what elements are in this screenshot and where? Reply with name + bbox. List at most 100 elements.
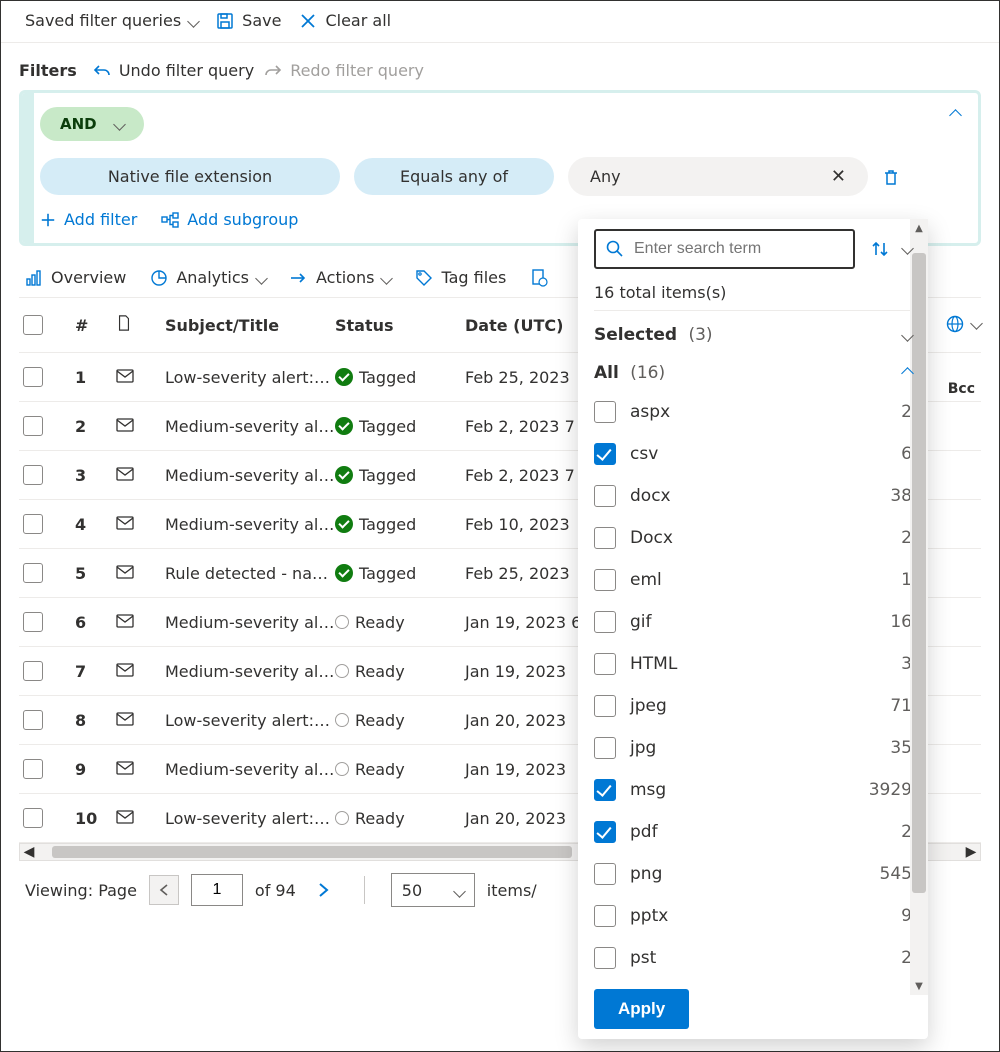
filter-option[interactable]: eml1 xyxy=(594,559,912,601)
page-next-button[interactable] xyxy=(308,875,338,905)
option-checkbox[interactable] xyxy=(594,821,616,843)
row-number: 1 xyxy=(75,368,115,387)
collapse-icon[interactable] xyxy=(951,107,960,124)
filter-option[interactable]: png545 xyxy=(594,853,912,895)
option-checkbox[interactable] xyxy=(594,695,616,717)
label: Clear all xyxy=(325,11,391,30)
option-label: csv xyxy=(630,444,658,464)
apply-button[interactable]: Apply xyxy=(594,989,689,1029)
saved-queries-dropdown[interactable]: Saved filter queries xyxy=(25,11,198,30)
filter-option[interactable]: msg3929 xyxy=(594,769,912,811)
row-checkbox[interactable] xyxy=(23,808,43,828)
selected-group-header[interactable]: Selected (3) xyxy=(594,311,912,349)
filter-option[interactable]: gif16 xyxy=(594,601,912,643)
row-subject: Low-severity alert: … xyxy=(165,711,335,730)
label: Native file extension xyxy=(108,167,272,186)
filter-option[interactable]: docx38 xyxy=(594,475,912,517)
filter-option[interactable]: jpeg71 xyxy=(594,685,912,727)
doc-settings-button[interactable] xyxy=(530,269,548,287)
search-input[interactable] xyxy=(632,239,843,259)
filter-option[interactable]: pdf2 xyxy=(594,811,912,853)
row-status: Tagged xyxy=(335,515,465,534)
option-checkbox[interactable] xyxy=(594,443,616,465)
filter-value-pill[interactable]: Any ✕ xyxy=(568,157,868,196)
filter-option[interactable]: aspx2 xyxy=(594,391,912,433)
option-count: 71 xyxy=(890,696,912,716)
label: Overview xyxy=(51,268,126,287)
status-tagged-icon xyxy=(335,417,353,435)
row-checkbox[interactable] xyxy=(23,563,43,583)
row-checkbox[interactable] xyxy=(23,367,43,387)
row-checkbox[interactable] xyxy=(23,759,43,779)
chevron-down-icon xyxy=(382,268,391,287)
status-tagged-icon xyxy=(335,564,353,582)
filter-option[interactable]: pptx9 xyxy=(594,895,912,937)
option-checkbox[interactable] xyxy=(594,611,616,633)
page-input[interactable] xyxy=(191,874,243,906)
mail-icon xyxy=(115,613,165,632)
col-status[interactable]: Status xyxy=(335,316,465,335)
row-number: 8 xyxy=(75,711,115,730)
option-checkbox[interactable] xyxy=(594,401,616,423)
filter-operator-pill[interactable]: Equals any of xyxy=(354,158,554,195)
clear-value-icon[interactable]: ✕ xyxy=(831,166,846,187)
row-number: 9 xyxy=(75,760,115,779)
option-label: gif xyxy=(630,612,652,632)
select-all-checkbox[interactable] xyxy=(23,315,43,335)
row-checkbox[interactable] xyxy=(23,416,43,436)
row-checkbox[interactable] xyxy=(23,612,43,632)
undo-button[interactable]: Undo filter query xyxy=(93,61,254,80)
row-number: 2 xyxy=(75,417,115,436)
filter-option[interactable]: Docx2 xyxy=(594,517,912,559)
row-checkbox[interactable] xyxy=(23,661,43,681)
row-subject: Low-severity alert: … xyxy=(165,809,335,828)
add-subgroup-button[interactable]: Add subgroup xyxy=(161,210,298,229)
option-checkbox[interactable] xyxy=(594,737,616,759)
filter-option[interactable]: pst2 xyxy=(594,937,912,979)
filter-option[interactable]: csv6 xyxy=(594,433,912,475)
col-num[interactable]: # xyxy=(75,316,115,335)
row-checkbox[interactable] xyxy=(23,514,43,534)
option-checkbox[interactable] xyxy=(594,653,616,675)
option-checkbox[interactable] xyxy=(594,863,616,885)
all-group-header[interactable]: All (16) xyxy=(594,349,912,387)
filter-option[interactable]: jpg35 xyxy=(594,727,912,769)
save-button[interactable]: Save xyxy=(216,11,281,30)
option-label: jpg xyxy=(630,738,656,758)
option-checkbox[interactable] xyxy=(594,485,616,507)
option-checkbox[interactable] xyxy=(594,779,616,801)
logic-chip[interactable]: AND xyxy=(40,107,144,141)
filter-field-pill[interactable]: Native file extension xyxy=(40,158,340,195)
row-status: Ready xyxy=(335,613,465,632)
sort-button[interactable] xyxy=(863,229,897,269)
row-checkbox[interactable] xyxy=(23,465,43,485)
label: Undo filter query xyxy=(119,61,254,80)
option-checkbox[interactable] xyxy=(594,905,616,927)
extension-filter-popup: ▲▼ 16 total items(s) Selected (3) All (1… xyxy=(578,219,928,1039)
option-checkbox[interactable] xyxy=(594,527,616,549)
option-checkbox[interactable] xyxy=(594,947,616,969)
delete-filter-icon[interactable] xyxy=(882,168,900,186)
mail-icon xyxy=(115,466,165,485)
add-filter-button[interactable]: Add filter xyxy=(40,210,137,229)
save-icon xyxy=(216,12,234,30)
chevron-down-icon xyxy=(189,11,198,30)
option-checkbox[interactable] xyxy=(594,569,616,591)
tag-files-button[interactable]: Tag files xyxy=(415,268,506,287)
row-subject: Medium-severity al… xyxy=(165,417,335,436)
items-per-page-select[interactable]: 50 xyxy=(391,873,475,907)
row-subject: Medium-severity al… xyxy=(165,515,335,534)
value: 50 xyxy=(402,881,422,900)
filter-option[interactable]: HTML3 xyxy=(594,643,912,685)
analytics-dropdown[interactable]: Analytics xyxy=(150,268,266,287)
actions-dropdown[interactable]: Actions xyxy=(290,268,391,287)
clear-all-button[interactable]: Clear all xyxy=(299,11,391,30)
col-bcc[interactable]: Bcc xyxy=(948,381,975,397)
globe-icon[interactable] xyxy=(946,315,964,333)
filters-label: Filters xyxy=(19,61,77,80)
row-checkbox[interactable] xyxy=(23,710,43,730)
overview-tab[interactable]: Overview xyxy=(25,268,126,287)
page-prev-button[interactable] xyxy=(149,875,179,905)
chevron-down-icon[interactable] xyxy=(972,316,981,332)
col-subject[interactable]: Subject/Title xyxy=(165,316,335,335)
